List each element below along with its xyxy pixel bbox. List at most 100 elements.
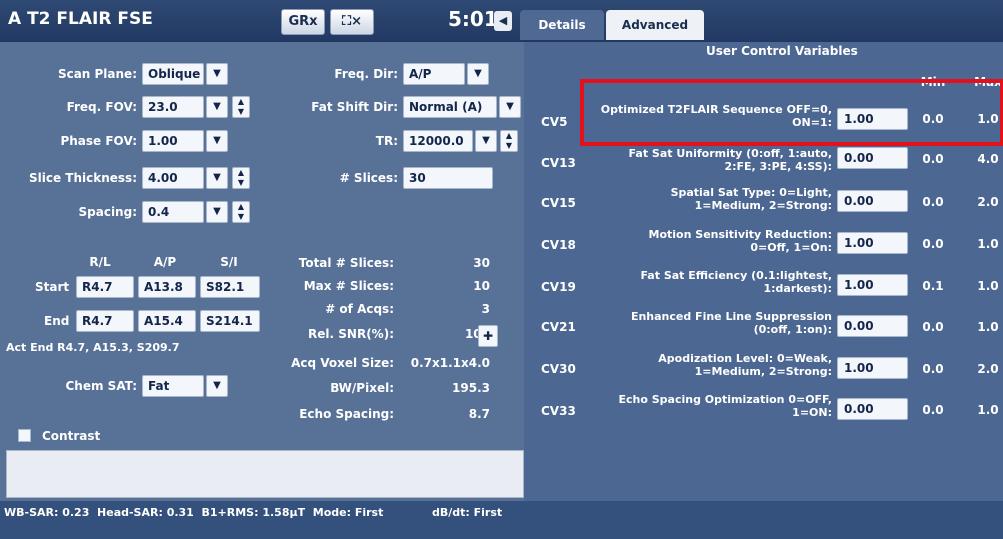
num-slices-label: # Slices: (339, 171, 398, 185)
tr-stepper[interactable]: ▲ ▼ (500, 130, 518, 152)
cv-description: Fat Sat Uniformity (0:off, 1:auto, 2:FE, … (628, 147, 832, 173)
slice-thickness-input[interactable]: 4.00 (142, 167, 204, 189)
start-label: Start (35, 280, 70, 294)
cv-max: 2.0 (977, 362, 999, 376)
rel-snr-expand-icon[interactable]: ✚ (478, 325, 498, 347)
cv33-value-input[interactable]: 0.00 (837, 398, 908, 420)
cv-min: 0.0 (922, 195, 944, 209)
scan-plane-dropdown-icon[interactable]: ▼ (206, 63, 228, 85)
end-si-input[interactable]: S214.1 (200, 310, 260, 332)
num-acqs-value: 3 (481, 302, 490, 316)
user-cv-header: User Control Variables (706, 44, 858, 58)
highlight-annotation (580, 79, 1003, 146)
start-ap-input[interactable]: A13.8 (138, 276, 196, 298)
cv-description: Fat Sat Efficiency (0.1:lightest, 1:darke… (640, 269, 832, 295)
tr-input[interactable]: 12000.0 (403, 130, 473, 152)
scan-plane-label: Scan Plane: (57, 67, 137, 81)
slice-thickness-dropdown-icon[interactable]: ▼ (206, 167, 228, 189)
cv18-value-input[interactable]: 1.00 (837, 232, 908, 254)
chem-sat-select[interactable]: Fat (142, 375, 204, 397)
slice-thickness-stepper[interactable]: ▲ ▼ (232, 167, 250, 189)
coord-header-ap: A/P (153, 255, 177, 269)
end-rl-input[interactable]: R4.7 (76, 310, 134, 332)
cv-max: 1.0 (977, 279, 999, 293)
freq-fov-dropdown-icon[interactable]: ▼ (206, 96, 228, 118)
cv-min: 0.0 (922, 237, 944, 251)
cv-max: 2.0 (977, 195, 999, 209)
echo-spacing-label: Echo Spacing: (299, 407, 394, 421)
freq-fov-input[interactable]: 23.0 (142, 96, 204, 118)
graphic-rx-cancel-button[interactable]: ⛶× (330, 9, 374, 35)
grx-button[interactable]: GRx (281, 9, 325, 35)
rel-snr-label: Rel. SNR(%): (308, 327, 394, 341)
freq-dir-label: Freq. Dir: (334, 67, 398, 81)
cv-description: Enhanced Fine Line Suppression (0:off, 1:… (630, 310, 832, 336)
spacing-input[interactable]: 0.4 (142, 201, 204, 223)
cv-name: CV13 (541, 156, 576, 170)
end-ap-input[interactable]: A15.4 (138, 310, 196, 332)
cv19-value-input[interactable]: 1.00 (837, 274, 908, 296)
total-slices-label: Total # Slices: (298, 256, 394, 270)
wb-sar: WB-SAR: 0.23 (4, 506, 90, 519)
cv21-value-input[interactable]: 0.00 (837, 315, 908, 337)
cv-name: CV18 (541, 238, 576, 252)
start-si-input[interactable]: S82.1 (200, 276, 260, 298)
freq-fov-label: Freq. FOV: (66, 100, 137, 114)
cv15-value-input[interactable]: 0.00 (837, 190, 908, 212)
scan-plane-select[interactable]: Oblique (142, 63, 204, 85)
cv-max: 1.0 (977, 237, 999, 251)
scan-time: 5:01 (448, 7, 498, 31)
coord-header-rl: R/L (89, 255, 111, 269)
chem-sat-dropdown-icon[interactable]: ▼ (206, 375, 228, 397)
head-sar: Head-SAR: 0.31 (97, 506, 194, 519)
protocol-title: A T2 FLAIR FSE (8, 9, 153, 29)
cv-description: Motion Sensitivity Reduction: 0=Off, 1=On… (648, 228, 832, 254)
actual-end-text: Act End R4.7, A15.3, S209.7 (6, 341, 180, 354)
chem-sat-label: Chem SAT: (65, 379, 138, 393)
contrast-checkbox[interactable] (18, 429, 31, 442)
fat-shift-dir-label: Fat Shift Dir: (311, 100, 398, 114)
slice-thickness-label: Slice Thickness: (29, 171, 137, 185)
spacing-stepper[interactable]: ▲ ▼ (232, 201, 250, 223)
spacing-dropdown-icon[interactable]: ▼ (206, 201, 228, 223)
tr-dropdown-icon[interactable]: ▼ (475, 130, 497, 152)
cv-name: CV19 (541, 280, 576, 294)
cv-max: 4.0 (977, 152, 999, 166)
freq-dir-dropdown-icon[interactable]: ▼ (467, 63, 489, 85)
total-slices-value: 30 (473, 256, 490, 270)
cv-description: Apodization Level: 0=Weak, 1=Medium, 2=St… (658, 352, 832, 378)
bw-pixel-label: BW/Pixel: (330, 381, 394, 395)
cv13-value-input[interactable]: 0.00 (837, 147, 908, 169)
rel-snr-value: 100 (400, 327, 490, 341)
cv-name: CV21 (541, 320, 576, 334)
cv-min: 0.0 (922, 152, 944, 166)
cv-min: 0.0 (922, 320, 944, 334)
phase-fov-input[interactable]: 1.00 (142, 130, 204, 152)
phase-fov-label: Phase FOV: (60, 134, 137, 148)
tab-advanced[interactable]: Advanced (606, 10, 704, 40)
start-rl-input[interactable]: R4.7 (76, 276, 134, 298)
echo-spacing-value: 8.7 (468, 407, 490, 421)
voxel-size-label: Acq Voxel Size: (291, 356, 394, 370)
cv-description: Echo Spacing Optimization 0=OFF, 1=ON: (618, 393, 832, 419)
cv-max: 1.0 (977, 403, 999, 417)
voxel-size-value: 0.7x1.1x4.0 (410, 356, 490, 370)
freq-fov-stepper[interactable]: ▲ ▼ (232, 96, 250, 118)
fat-shift-dir-dropdown-icon[interactable]: ▼ (499, 96, 521, 118)
sar-status-text: WB-SAR: 0.23 Head-SAR: 0.31 B1+RMS: 1.58… (4, 506, 383, 519)
fat-shift-dir-select[interactable]: Normal (A) (403, 96, 497, 118)
tab-details[interactable]: Details (520, 10, 604, 40)
cv-min: 0.1 (922, 279, 944, 293)
cv30-value-input[interactable]: 1.00 (837, 357, 908, 379)
num-acqs-label: # of Acqs: (325, 302, 394, 316)
cv-name: CV15 (541, 196, 576, 210)
tab-scroll-left-icon[interactable]: ◀ (494, 11, 512, 31)
freq-dir-select[interactable]: A/P (403, 63, 465, 85)
contrast-label: Contrast (42, 429, 101, 443)
cv-max: 1.0 (977, 320, 999, 334)
end-label: End (44, 314, 70, 328)
num-slices-input[interactable]: 30 (403, 167, 493, 189)
cv-min: 0.0 (922, 403, 944, 417)
spacing-label: Spacing: (78, 205, 138, 219)
phase-fov-dropdown-icon[interactable]: ▼ (206, 130, 228, 152)
